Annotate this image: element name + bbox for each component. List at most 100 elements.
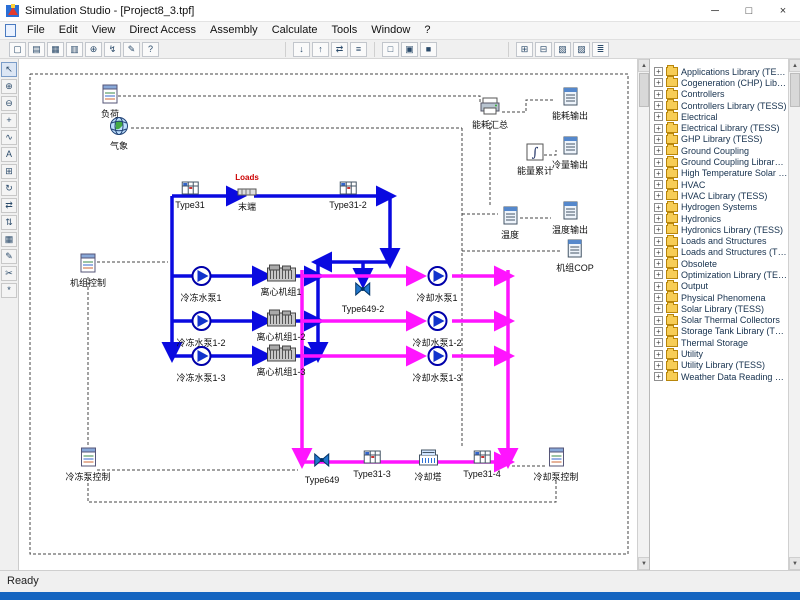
layer-back-icon[interactable]: □ <box>382 42 399 57</box>
expand-icon[interactable] <box>654 78 663 87</box>
expand-icon[interactable] <box>654 304 663 313</box>
tile-icon[interactable]: ⊞ <box>516 42 533 57</box>
component[interactable]: 离心机组1-2 <box>256 309 305 342</box>
component[interactable]: Type31-4 <box>463 450 501 479</box>
expand-icon[interactable] <box>654 248 663 257</box>
menu-edit[interactable]: Edit <box>52 22 85 39</box>
menu-tools[interactable]: Tools <box>325 22 365 39</box>
expand-icon[interactable] <box>654 203 663 212</box>
expand-icon[interactable] <box>654 225 663 234</box>
component[interactable]: 离心机组1 <box>260 264 301 297</box>
component[interactable]: 冷却泵控制 <box>533 447 578 482</box>
rows-icon[interactable]: ≣ <box>592 42 609 57</box>
flip-h-tool-icon[interactable]: ⇄ <box>1 198 17 213</box>
expand-icon[interactable] <box>654 338 663 347</box>
expand-icon[interactable] <box>654 90 663 99</box>
link-tool-icon[interactable]: ∿ <box>1 130 17 145</box>
zoom-icon[interactable]: ⊕ <box>85 42 102 57</box>
expand-icon[interactable] <box>654 237 663 246</box>
component[interactable]: 冷量输出 <box>552 136 588 170</box>
zoom-out-tool-icon[interactable]: ⊖ <box>1 96 17 111</box>
expand-icon[interactable] <box>654 372 663 381</box>
print-icon[interactable]: ▥ <box>66 42 83 57</box>
list-icon[interactable]: ≡ <box>350 42 367 57</box>
expand-icon[interactable] <box>654 259 663 268</box>
rotate-tool-icon[interactable]: ↻ <box>1 181 17 196</box>
component[interactable]: Type649-2 <box>342 279 385 314</box>
canvas-scrollbar[interactable]: ▲ ▼ <box>637 59 649 570</box>
component[interactable]: Type31 <box>175 181 205 210</box>
grid-b-icon[interactable]: ▨ <box>573 42 590 57</box>
layers-tool-icon[interactable]: ▦ <box>1 232 17 247</box>
help-icon[interactable]: ? <box>142 42 159 57</box>
expand-icon[interactable] <box>654 169 663 178</box>
component[interactable]: 冷冻水泵1 <box>180 264 221 303</box>
component[interactable]: 温度输出 <box>552 201 588 235</box>
menu-help[interactable]: ? <box>417 22 437 39</box>
expand-icon[interactable] <box>654 293 663 302</box>
new-icon[interactable]: ▢ <box>9 42 26 57</box>
menu-assembly[interactable]: Assembly <box>203 22 265 39</box>
zoom-in-tool-icon[interactable]: ⊕ <box>1 79 17 94</box>
component[interactable]: 气象 <box>109 116 129 151</box>
menu-view[interactable]: View <box>85 22 123 39</box>
expand-icon[interactable] <box>654 327 663 336</box>
component[interactable]: 冷却水泵1-2 <box>412 309 461 348</box>
component[interactable]: Type649 <box>305 450 340 485</box>
expand-icon[interactable] <box>654 282 663 291</box>
select-tool-icon[interactable]: ↖ <box>1 62 17 77</box>
grid-a-icon[interactable]: ▧ <box>554 42 571 57</box>
component[interactable]: Type31-3 <box>353 450 391 479</box>
expand-icon[interactable] <box>654 135 663 144</box>
library-item[interactable]: Weather Data Reading and Processing <box>650 371 788 382</box>
component[interactable]: 冷冻水泵1-2 <box>176 309 225 348</box>
expand-icon[interactable] <box>654 101 663 110</box>
expand-icon[interactable] <box>654 270 663 279</box>
menu-calculate[interactable]: Calculate <box>265 22 325 39</box>
component[interactable]: 温度 <box>501 206 519 240</box>
component[interactable]: 冷却塔 <box>414 447 441 482</box>
expand-icon[interactable] <box>654 146 663 155</box>
component[interactable]: 离心机组1-3 <box>256 344 305 377</box>
component[interactable]: ∫能量累计 <box>517 143 553 176</box>
expand-icon[interactable] <box>654 112 663 121</box>
scroll-down-icon[interactable]: ▼ <box>789 557 800 570</box>
expand-icon[interactable] <box>654 180 663 189</box>
expand-icon[interactable] <box>654 191 663 200</box>
scroll-thumb[interactable] <box>790 73 800 107</box>
menu-direct-access[interactable]: Direct Access <box>122 22 203 39</box>
component[interactable]: 机组控制 <box>70 253 106 288</box>
component[interactable]: 冷冻水泵1-3 <box>176 344 225 383</box>
library-scrollbar[interactable]: ▲ ▼ <box>788 59 800 570</box>
open-icon[interactable]: ▤ <box>28 42 45 57</box>
save-icon[interactable]: ▦ <box>47 42 64 57</box>
layer-mid-icon[interactable]: ▣ <box>401 42 418 57</box>
component[interactable]: 机组COP <box>556 239 594 273</box>
menu-file[interactable]: File <box>20 22 52 39</box>
component[interactable]: 负荷 <box>101 84 119 119</box>
expand-icon[interactable] <box>654 67 663 76</box>
scroll-thumb[interactable] <box>639 73 649 107</box>
expand-icon[interactable] <box>654 214 663 223</box>
close-button[interactable]: × <box>766 0 800 22</box>
pan-tool-icon[interactable]: + <box>1 113 17 128</box>
edit-icon[interactable]: ✎ <box>123 42 140 57</box>
sort-down-icon[interactable]: ↓ <box>293 42 310 57</box>
expand-icon[interactable] <box>654 124 663 133</box>
component[interactable]: 冷却水泵1 <box>416 264 457 303</box>
menu-window[interactable]: Window <box>364 22 417 39</box>
component[interactable]: 能耗汇总 <box>472 97 508 130</box>
expand-icon[interactable] <box>654 361 663 370</box>
component[interactable]: 冷冻泵控制 <box>65 447 110 482</box>
expand-icon[interactable] <box>654 158 663 167</box>
scroll-up-icon[interactable]: ▲ <box>789 59 800 72</box>
component[interactable]: 冷却水泵1-3 <box>412 344 461 383</box>
grid-tool-icon[interactable]: ⊞ <box>1 164 17 179</box>
component[interactable]: Type31-2 <box>329 181 367 210</box>
direct-access-icon[interactable]: ↯ <box>104 42 121 57</box>
expand-icon[interactable] <box>654 316 663 325</box>
cascade-icon[interactable]: ⊟ <box>535 42 552 57</box>
sort-up-icon[interactable]: ↑ <box>312 42 329 57</box>
component[interactable]: 末端Loads <box>237 184 257 212</box>
flip-v-tool-icon[interactable]: ⇅ <box>1 215 17 230</box>
